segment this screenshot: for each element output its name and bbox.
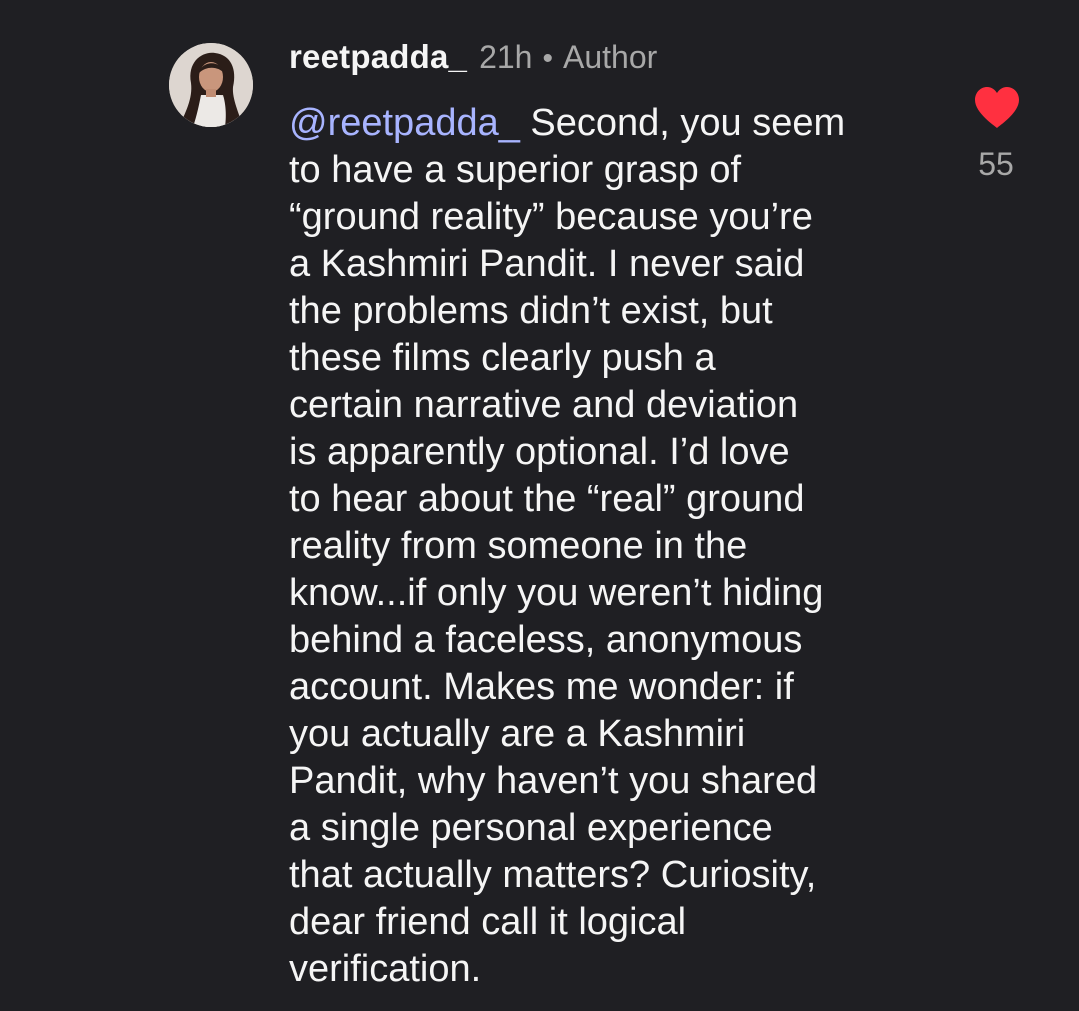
comment-line: @reetpadda_ Second, you seem	[289, 100, 929, 147]
comment-line: a Kashmiri Pandit. I never said	[289, 243, 805, 285]
comment-line: Pandit, why haven’t you shared	[289, 760, 818, 802]
like-count: 55	[978, 146, 1014, 182]
separator-dot: •	[542, 42, 553, 75]
comment-line: the problems didn’t exist, but	[289, 290, 773, 332]
username[interactable]: reetpadda_	[289, 38, 467, 76]
comment-line: certain narrative and deviation	[289, 384, 799, 426]
comment-line: know...if only you weren’t hiding	[289, 572, 824, 614]
comment-line: “ground reality” because you’re	[289, 196, 813, 238]
avatar-photo	[169, 43, 253, 127]
comment-line: that actually matters? Curiosity,	[289, 854, 817, 896]
timestamp: 21h	[479, 39, 533, 75]
mention-link[interactable]: @reetpadda_	[289, 102, 520, 144]
comment-line: behind a faceless, anonymous	[289, 619, 803, 661]
comment-line: to have a superior grasp of	[289, 149, 742, 191]
comment: reetpadda_ 21h • Author @reetpadda_ Seco…	[0, 0, 1079, 1011]
comment-line: to hear about the “real” ground	[289, 478, 805, 520]
author-label: Author	[562, 39, 658, 75]
comment-line: a single personal experience	[289, 807, 773, 849]
comment-line: you actually are a Kashmiri	[289, 713, 746, 755]
comment-line: dear friend call it logical	[289, 901, 687, 943]
comment-line: account. Makes me wonder: if	[289, 666, 794, 708]
heart-icon	[975, 87, 1019, 128]
avatar[interactable]	[169, 43, 253, 127]
comment-line: is apparently optional. I’d love	[289, 431, 790, 473]
comment-line: reality from someone in the	[289, 525, 748, 567]
like-button[interactable]	[973, 86, 1021, 130]
comment-header: reetpadda_ 21h • Author	[289, 38, 657, 82]
comment-line-text: Second, you seem	[519, 102, 846, 144]
comment-line: these films clearly push a	[289, 337, 716, 379]
comment-text: @reetpadda_ Second, you seem to have a s…	[289, 100, 929, 993]
comment-line: verification.	[289, 948, 482, 990]
